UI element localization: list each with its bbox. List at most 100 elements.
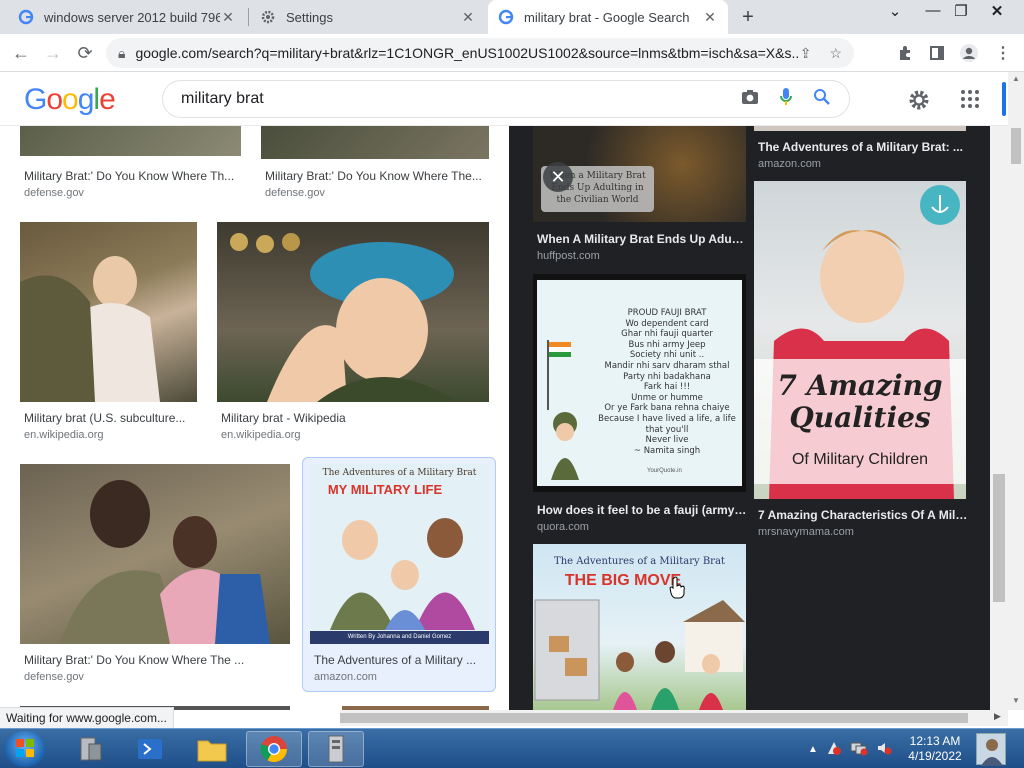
close-icon[interactable]: ✕	[702, 9, 718, 26]
result-thumbnail[interactable]: The Adventures of a Military Brat MY MIL…	[310, 464, 489, 644]
minimize-button[interactable]: —	[922, 2, 944, 19]
tab-settings[interactable]: Settings ✕	[250, 0, 486, 34]
page-scrollbar-thumb[interactable]	[1011, 128, 1021, 164]
book-title-text: THE BIG MOVE	[564, 572, 682, 589]
result-thumbnail[interactable]	[20, 464, 290, 644]
result-caption[interactable]: Military brat - Wikipedia	[221, 411, 485, 425]
menu-icon[interactable]: ⋮	[992, 42, 1014, 64]
maximize-button[interactable]: ❐	[950, 2, 972, 20]
settings-icon[interactable]	[908, 89, 930, 116]
result-thumbnail[interactable]	[20, 222, 197, 402]
file-explorer-icon[interactable]	[184, 731, 240, 767]
tab-search-icon[interactable]: ⌄	[884, 2, 906, 20]
result-thumbnail[interactable]	[217, 222, 489, 402]
search-box[interactable]: military brat	[162, 80, 850, 118]
image-subtitle: Of Military Children	[791, 451, 929, 468]
server-manager-icon[interactable]	[62, 731, 118, 767]
result-thumbnail[interactable]: When a Military Brat Ends Up Adulting in…	[533, 126, 746, 222]
result-source[interactable]: defense.gov	[265, 187, 325, 199]
tab-title: Settings	[286, 9, 333, 25]
close-window-button[interactable]: ✕	[986, 2, 1008, 20]
result-source[interactable]: en.wikipedia.org	[221, 429, 301, 441]
url-text: google.com/search?q=military+brat&rlz=1C…	[135, 45, 800, 61]
result-caption[interactable]: The Adventures of a Military ...	[314, 653, 488, 667]
result-thumbnail[interactable]	[261, 126, 489, 159]
search-input[interactable]: military brat	[181, 90, 741, 108]
result-thumbnail[interactable]: PROUD FAUJI BRAT Wo dependent card Ghar …	[533, 274, 746, 492]
panel-scrollbar[interactable]	[990, 126, 1008, 710]
camera-icon[interactable]	[741, 89, 759, 110]
powershell-icon[interactable]	[122, 731, 178, 767]
close-icon[interactable]: ✕	[220, 9, 236, 26]
network-icon[interactable]	[850, 740, 868, 759]
poem-line: Ghar nhi fauji quarter	[621, 329, 713, 340]
show-hidden-icons-button[interactable]: ▲	[808, 744, 818, 755]
image-title-line2: Qualities	[789, 401, 931, 434]
browser-toolbar: ← → ⟳ 🔒︎ google.com/search?q=military+br…	[0, 34, 1024, 72]
result-source[interactable]: en.wikipedia.org	[24, 429, 104, 441]
image-result-selected[interactable]: The Adventures of a Military Brat MY MIL…	[302, 457, 496, 692]
result-caption[interactable]: Military Brat:' Do You Know Where The...	[265, 169, 487, 183]
action-center-icon[interactable]	[826, 740, 842, 759]
close-icon[interactable]: ✕	[543, 162, 573, 192]
search-icon[interactable]	[813, 88, 831, 111]
result-thumbnail[interactable]	[754, 126, 966, 131]
bookmark-star-icon[interactable]: ☆	[829, 45, 842, 62]
start-button[interactable]	[4, 731, 46, 767]
result-source[interactable]: huffpost.com	[537, 250, 600, 262]
apps-grid-icon[interactable]	[960, 89, 980, 114]
horizontal-scrollbar[interactable]: ▶	[340, 710, 1008, 726]
tab-google-search[interactable]: military brat - Google Search ✕	[488, 0, 728, 34]
result-source[interactable]: defense.gov	[24, 187, 84, 199]
volume-icon[interactable]	[876, 740, 892, 759]
result-source[interactable]: amazon.com	[758, 158, 821, 170]
extensions-icon[interactable]	[894, 42, 916, 64]
clock[interactable]: 12:13 AM 4/19/2022	[900, 734, 970, 764]
panel-scrollbar-thumb[interactable]	[993, 474, 1005, 602]
reload-button[interactable]: ⟳	[72, 40, 98, 66]
lock-icon[interactable]: 🔒︎	[118, 45, 125, 62]
poem-line: Bus nhi army Jeep	[628, 339, 706, 350]
poem-line: Wo dependent card	[625, 318, 709, 329]
tab-windows-server[interactable]: windows server 2012 build 7963 ✕	[8, 0, 246, 34]
result-caption[interactable]: The Adventures of a Military Brat: ...	[758, 140, 968, 154]
poem-line: Unme or humme	[631, 392, 703, 403]
result-thumbnail[interactable]	[20, 126, 241, 156]
result-caption[interactable]: How does it feel to be a fauji (army)...	[537, 503, 747, 517]
image-results: Military Brat:' Do You Know Where Th... …	[0, 126, 1008, 710]
result-thumbnail[interactable]: The Adventures of a Military Brat THE BI…	[533, 544, 746, 710]
book-author-text: Written By Johanna and Daniel Gomez	[310, 631, 489, 644]
side-panel-icon[interactable]	[926, 42, 948, 64]
book-series-text: The Adventures of a Military Brat	[554, 556, 725, 567]
result-caption[interactable]: When A Military Brat Ends Up Adulti...	[537, 232, 747, 246]
close-icon[interactable]: ✕	[460, 9, 476, 26]
related-images-panel: The Adventures of a Military Brat: ... a…	[509, 126, 990, 710]
share-icon[interactable]: ⇪	[800, 45, 812, 62]
poem-title: PROUD FAUJI BRAT	[627, 308, 707, 318]
back-button[interactable]: ←	[8, 40, 34, 66]
result-source[interactable]: defense.gov	[24, 671, 84, 683]
new-tab-button[interactable]: +	[736, 5, 760, 29]
horizontal-scrollbar-thumb[interactable]	[340, 713, 968, 723]
forward-button[interactable]: →	[40, 40, 66, 66]
result-source[interactable]: mrsnavymama.com	[758, 526, 854, 538]
page-scrollbar[interactable]: ▲ ▼	[1008, 72, 1024, 710]
result-caption[interactable]: 7 Amazing Characteristics Of A Mili...	[758, 508, 968, 522]
result-caption[interactable]: Military brat (U.S. subculture...	[24, 411, 196, 425]
user-avatar[interactable]	[976, 733, 1006, 766]
result-thumbnail[interactable]: 7 Amazing Qualities Of Military Children	[754, 181, 966, 499]
result-source[interactable]: quora.com	[537, 521, 589, 533]
address-bar[interactable]: 🔒︎ google.com/search?q=military+brat&rlz…	[106, 38, 854, 68]
google-logo[interactable]: Google	[24, 83, 116, 117]
poem-line: Because I have lived a life, a life that…	[598, 413, 736, 435]
result-caption[interactable]: Military Brat:' Do You Know Where Th...	[24, 169, 238, 183]
google-header: Google military brat	[0, 72, 1008, 126]
result-source[interactable]: amazon.com	[314, 671, 377, 683]
microphone-icon[interactable]	[779, 87, 793, 112]
chrome-taskbar-icon[interactable]	[246, 731, 302, 767]
tab-title: windows server 2012 build 7963	[44, 9, 220, 25]
profile-icon[interactable]	[958, 42, 980, 64]
book-title-text: MY MILITARY LIFE	[327, 482, 443, 497]
server-tool-icon[interactable]	[308, 731, 364, 767]
result-caption[interactable]: Military Brat:' Do You Know Where The ..…	[24, 653, 288, 667]
